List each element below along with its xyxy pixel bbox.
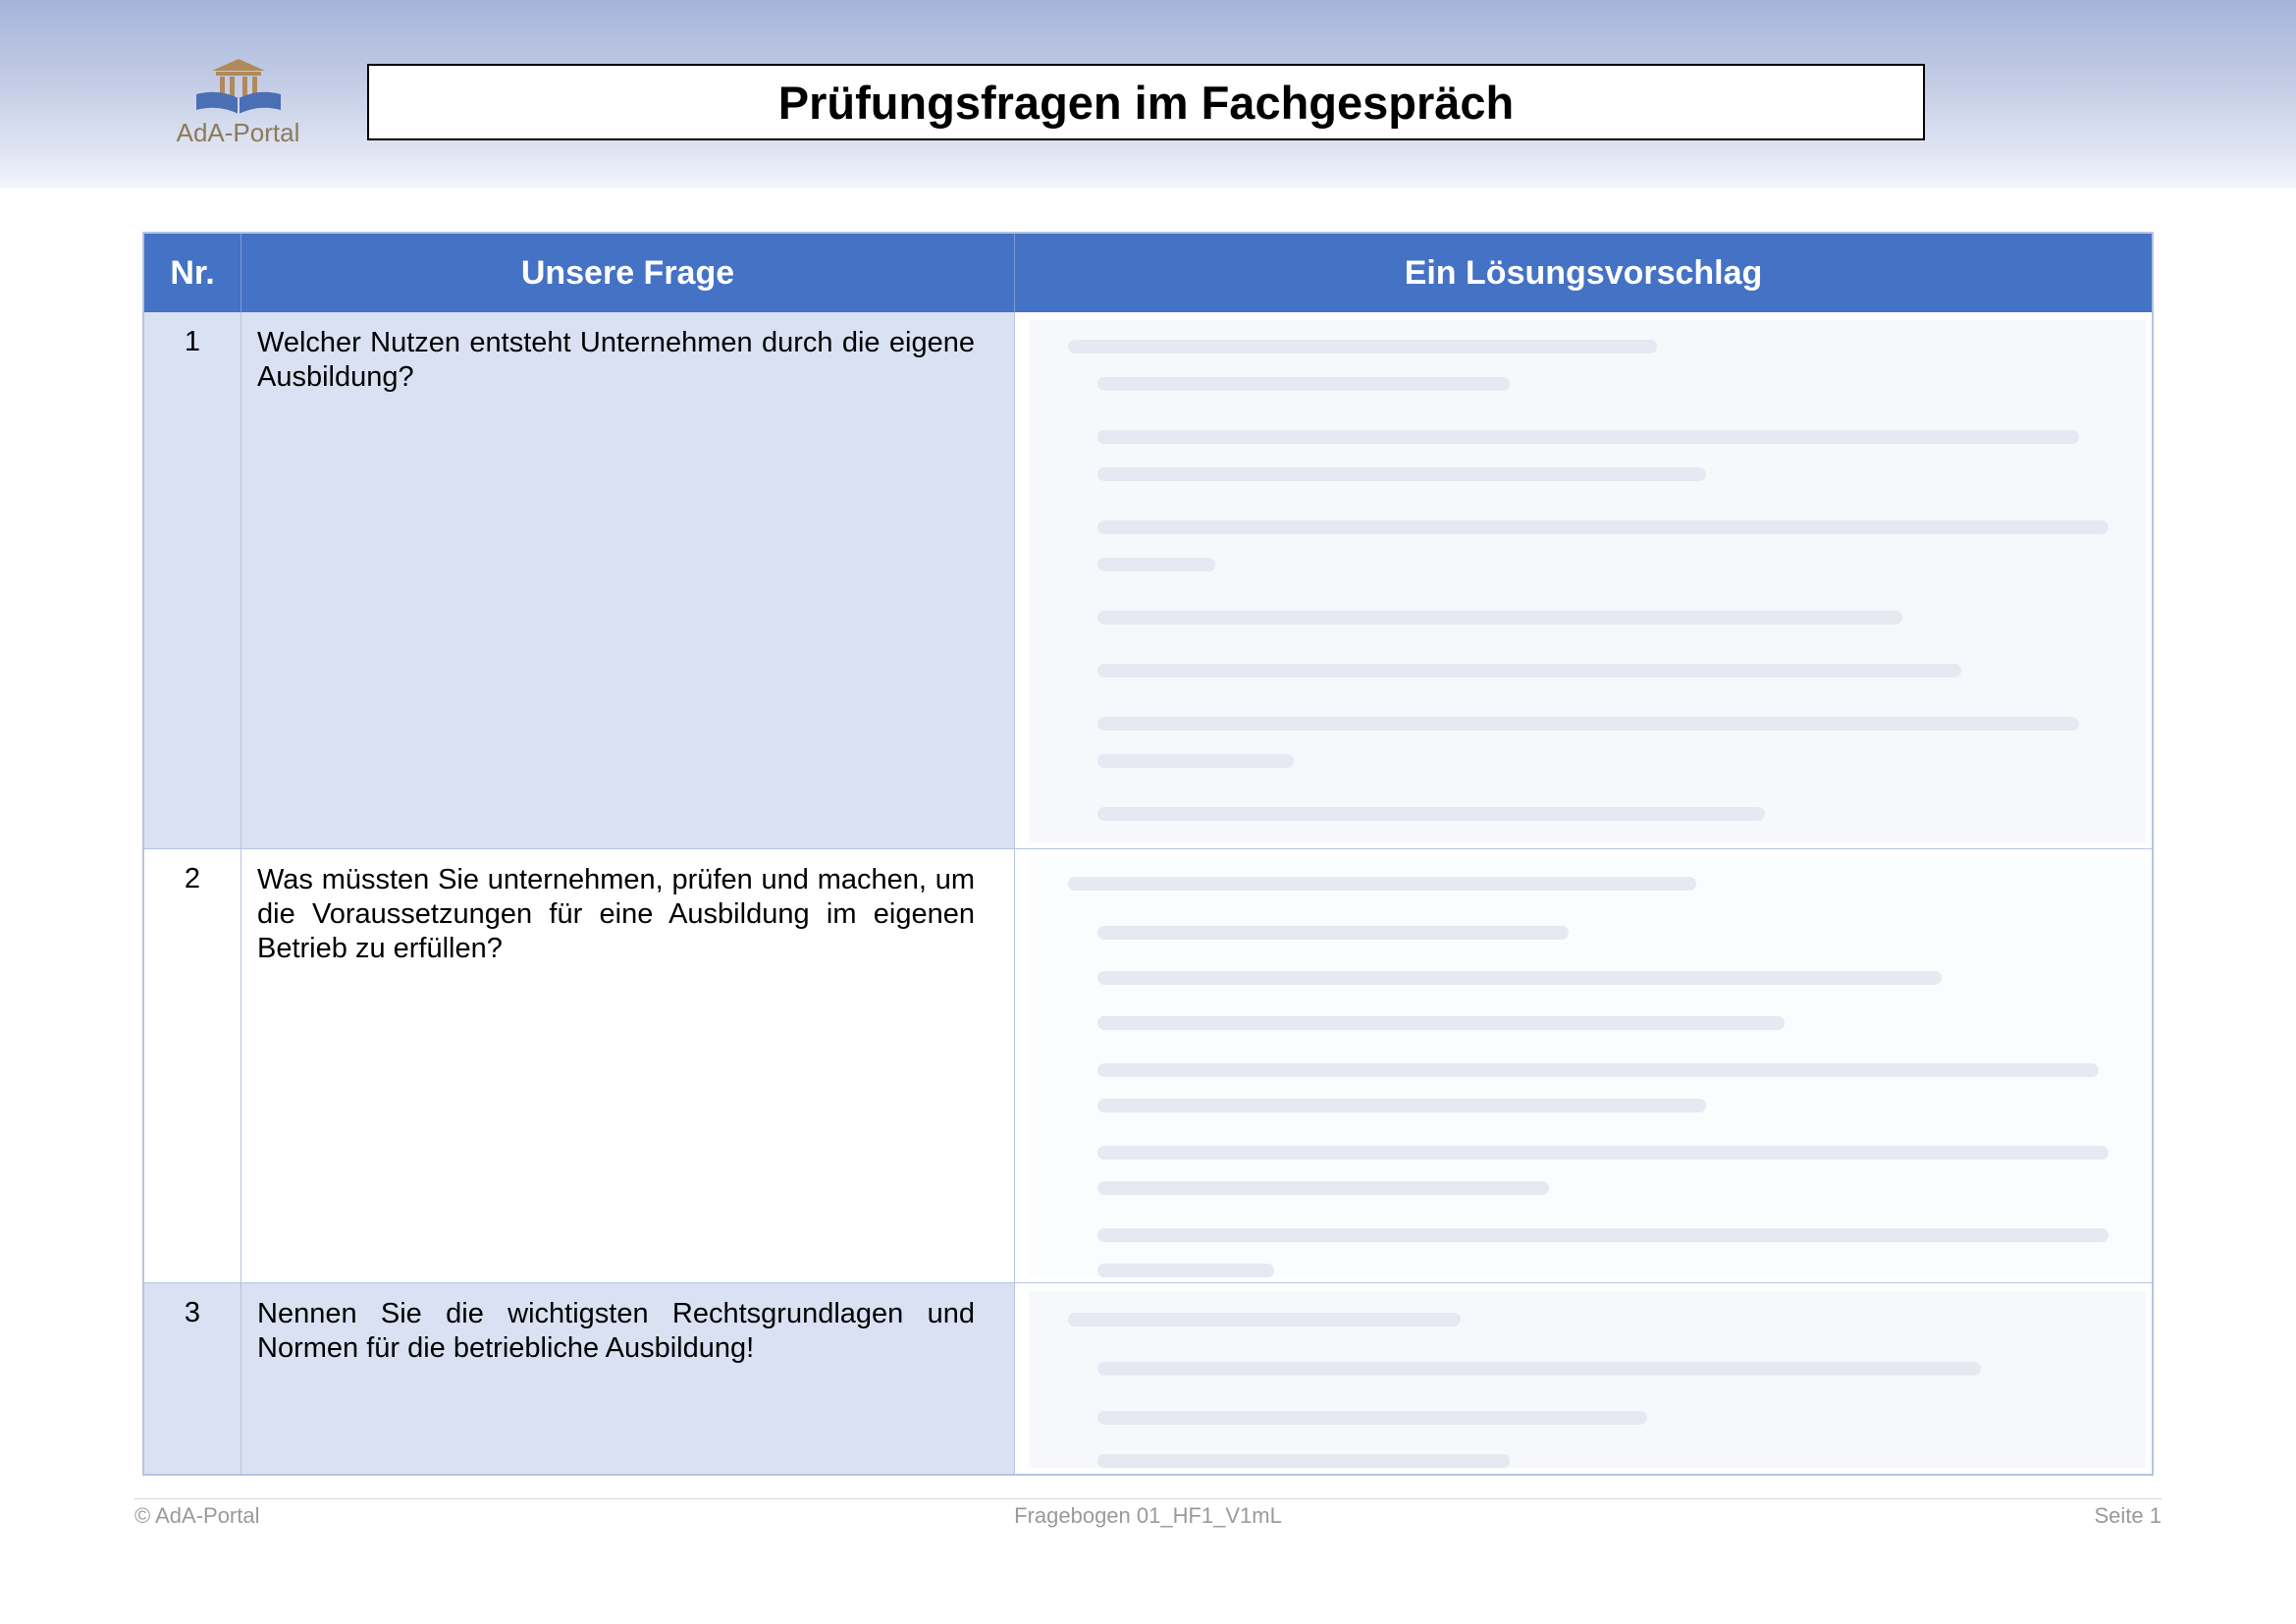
column-header-loesung: Ein Lösungsvorschlag <box>1404 253 1763 292</box>
blurred-answer <box>1029 857 2146 1277</box>
footer-document-id: Fragebogen 01_HF1_V1mL <box>1014 1503 1282 1528</box>
row-number: 3 <box>144 1283 241 1474</box>
logo-text: AdA-Portal <box>176 118 300 147</box>
question-text: Was müssten Sie unternehmen, prüfen und … <box>241 849 1015 1282</box>
row-number: 2 <box>144 849 241 1282</box>
table-row: 2 Was müssten Sie unternehmen, prüfen un… <box>144 849 2152 1283</box>
answer-hidden <box>1015 1283 2152 1474</box>
table-row: 3 Nennen Sie die wichtigsten Rechtsgrund… <box>144 1283 2152 1474</box>
column-header-frage: Unsere Frage <box>241 234 1015 312</box>
footer-page-number: Seite 1 <box>2094 1503 2163 1528</box>
book-temple-icon <box>196 59 281 114</box>
logo: AdA-Portal <box>167 57 309 150</box>
question-text: Nennen Sie die wichtigsten Rechtsgrundla… <box>241 1283 1015 1474</box>
answer-hidden <box>1015 849 2152 1282</box>
table-row: 1 Welcher Nutzen entsteht Unternehmen du… <box>144 312 2152 849</box>
table-header: Nr. Unsere Frage Ein Lösungsvorschlag <box>144 234 2152 312</box>
answer-hidden <box>1015 312 2152 848</box>
blurred-answer <box>1029 320 2146 842</box>
blurred-answer <box>1029 1291 2146 1468</box>
column-header-nr: Nr. <box>144 234 241 312</box>
title-box: Prüfungsfragen im Fachgespräch <box>367 64 1925 140</box>
question-text: Welcher Nutzen entsteht Unternehmen durc… <box>241 312 1015 848</box>
page-title: Prüfungsfragen im Fachgespräch <box>777 76 1515 129</box>
row-number: 1 <box>144 312 241 848</box>
footer-divider <box>134 1498 2162 1499</box>
question-table: Nr. Unsere Frage Ein Lösungsvorschlag 1 … <box>142 232 2154 1476</box>
